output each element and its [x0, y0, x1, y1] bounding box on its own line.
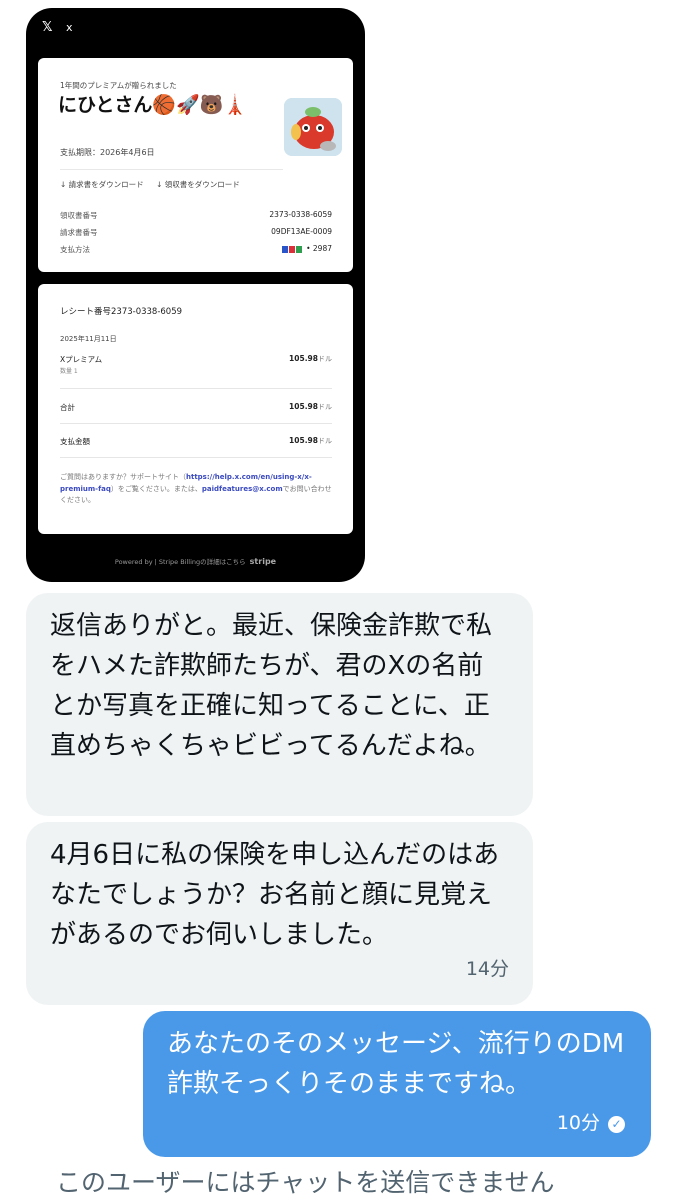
stripe-logo: stripe	[249, 557, 277, 566]
item-label: Xプレミアム	[60, 355, 103, 364]
x-logo-icon: 𝕏	[42, 20, 53, 35]
receipt-card: レシート番号2373-0338-6059 2025年11月11日 Xプレミアム …	[38, 284, 353, 534]
payment-method-row: 支払方法 • 2987	[60, 244, 332, 255]
payment-method-value: • 2987	[282, 244, 332, 253]
read-check-icon: ✓	[608, 1116, 625, 1133]
support-email-link[interactable]: paidfeatures@x.com	[202, 485, 283, 493]
recipient-name: にひとさん🏀🚀🐻🗼	[58, 94, 248, 116]
message-timestamp: 10分	[556, 1112, 600, 1134]
divider	[60, 169, 283, 170]
outgoing-message[interactable]: あなたのそのメッセージ、流行りのDM詐欺そっくりそのままですね。 10分 ✓	[143, 1011, 651, 1157]
download-links: ↓ 請求書をダウンロード ↓ 領収書をダウンロード	[60, 179, 250, 190]
amount-paid-row: 支払金額 105.98ドル	[60, 436, 332, 447]
item-amount: 105.98ドル	[289, 354, 332, 363]
invoice-number-row: 請求書番号 09DF13AE-0009	[60, 227, 332, 238]
incoming-message[interactable]: 返信ありがと。最近、保険金詐欺で私をハメた詐欺師たちが、君のXの名前とか写真を正…	[26, 593, 533, 816]
total-amount: 105.98ドル	[289, 402, 332, 411]
message-text: 4月6日に私の保険を申し込んだのはあなたでしょうか？お名前と顔に見覚えがあるので…	[50, 840, 500, 950]
receipt-number-row: 領収書番号 2373-0338-6059	[60, 210, 332, 221]
cannot-message-notice: このユーザーにはチャットを送信できません	[56, 1168, 555, 1197]
total-label: 合計	[60, 403, 75, 412]
card-last-digits: • 2987	[306, 244, 332, 253]
receipt-number-value: 2373-0338-6059	[269, 210, 332, 219]
receipt-title: レシート番号2373-0338-6059	[60, 307, 183, 317]
message-timestamp: 14分	[465, 958, 509, 980]
close-icon: x	[66, 21, 73, 34]
amount-paid-label: 支払金額	[60, 437, 90, 446]
powered-by-footer: Powered by | Stripe Billingの詳細はこちら stripe	[114, 557, 277, 566]
image-header: 𝕏 x	[42, 20, 73, 35]
receipt-number-label: 領収書番号	[60, 211, 98, 220]
payment-due-date: 支払期限：2026年4月6日	[60, 148, 155, 157]
message-status: 10分 ✓	[557, 1103, 625, 1143]
gift-subtitle: 1年間のプレミアムが贈られました	[60, 81, 177, 90]
attached-receipt-image[interactable]: 𝕏 x 1年間のプレミアムが贈られました にひとさん🏀🚀🐻🗼 支払期限：2026…	[26, 8, 365, 582]
download-receipt-link[interactable]: ↓ 領収書をダウンロード	[156, 180, 240, 189]
invoice-number-value: 09DF13AE-0009	[271, 227, 332, 236]
avatar	[284, 98, 342, 156]
divider	[60, 457, 332, 458]
amount-paid-value: 105.98ドル	[289, 436, 332, 445]
support-note: ご質問はありますか？サポートサイト（https://help.x.com/en/…	[60, 473, 332, 504]
receipt-date: 2025年11月11日	[60, 335, 117, 343]
payment-method-label: 支払方法	[60, 245, 90, 254]
invoice-number-label: 請求書番号	[60, 228, 98, 237]
avatar-illustration	[284, 98, 342, 156]
divider	[60, 388, 332, 389]
message-text: 返信ありがと。最近、保険金詐欺で私をハメた詐欺師たちが、君のXの名前とか写真を正…	[50, 611, 493, 761]
download-invoice-link[interactable]: ↓ 請求書をダウンロード	[60, 180, 144, 189]
line-item-row: Xプレミアム 105.98ドル	[60, 354, 332, 365]
gift-card: 1年間のプレミアムが贈られました にひとさん🏀🚀🐻🗼 支払期限：2026年4月6…	[38, 58, 353, 272]
message-text: あなたのそのメッセージ、流行りのDM詐欺そっくりそのままですね。	[167, 1029, 625, 1099]
total-row: 合計 105.98ドル	[60, 402, 332, 413]
card-brand-icon	[282, 245, 303, 253]
divider	[60, 423, 332, 424]
incoming-message[interactable]: 4月6日に私の保険を申し込んだのはあなたでしょうか？お名前と顔に見覚えがあるので…	[26, 822, 533, 1005]
item-quantity: 数量 1	[60, 368, 78, 375]
